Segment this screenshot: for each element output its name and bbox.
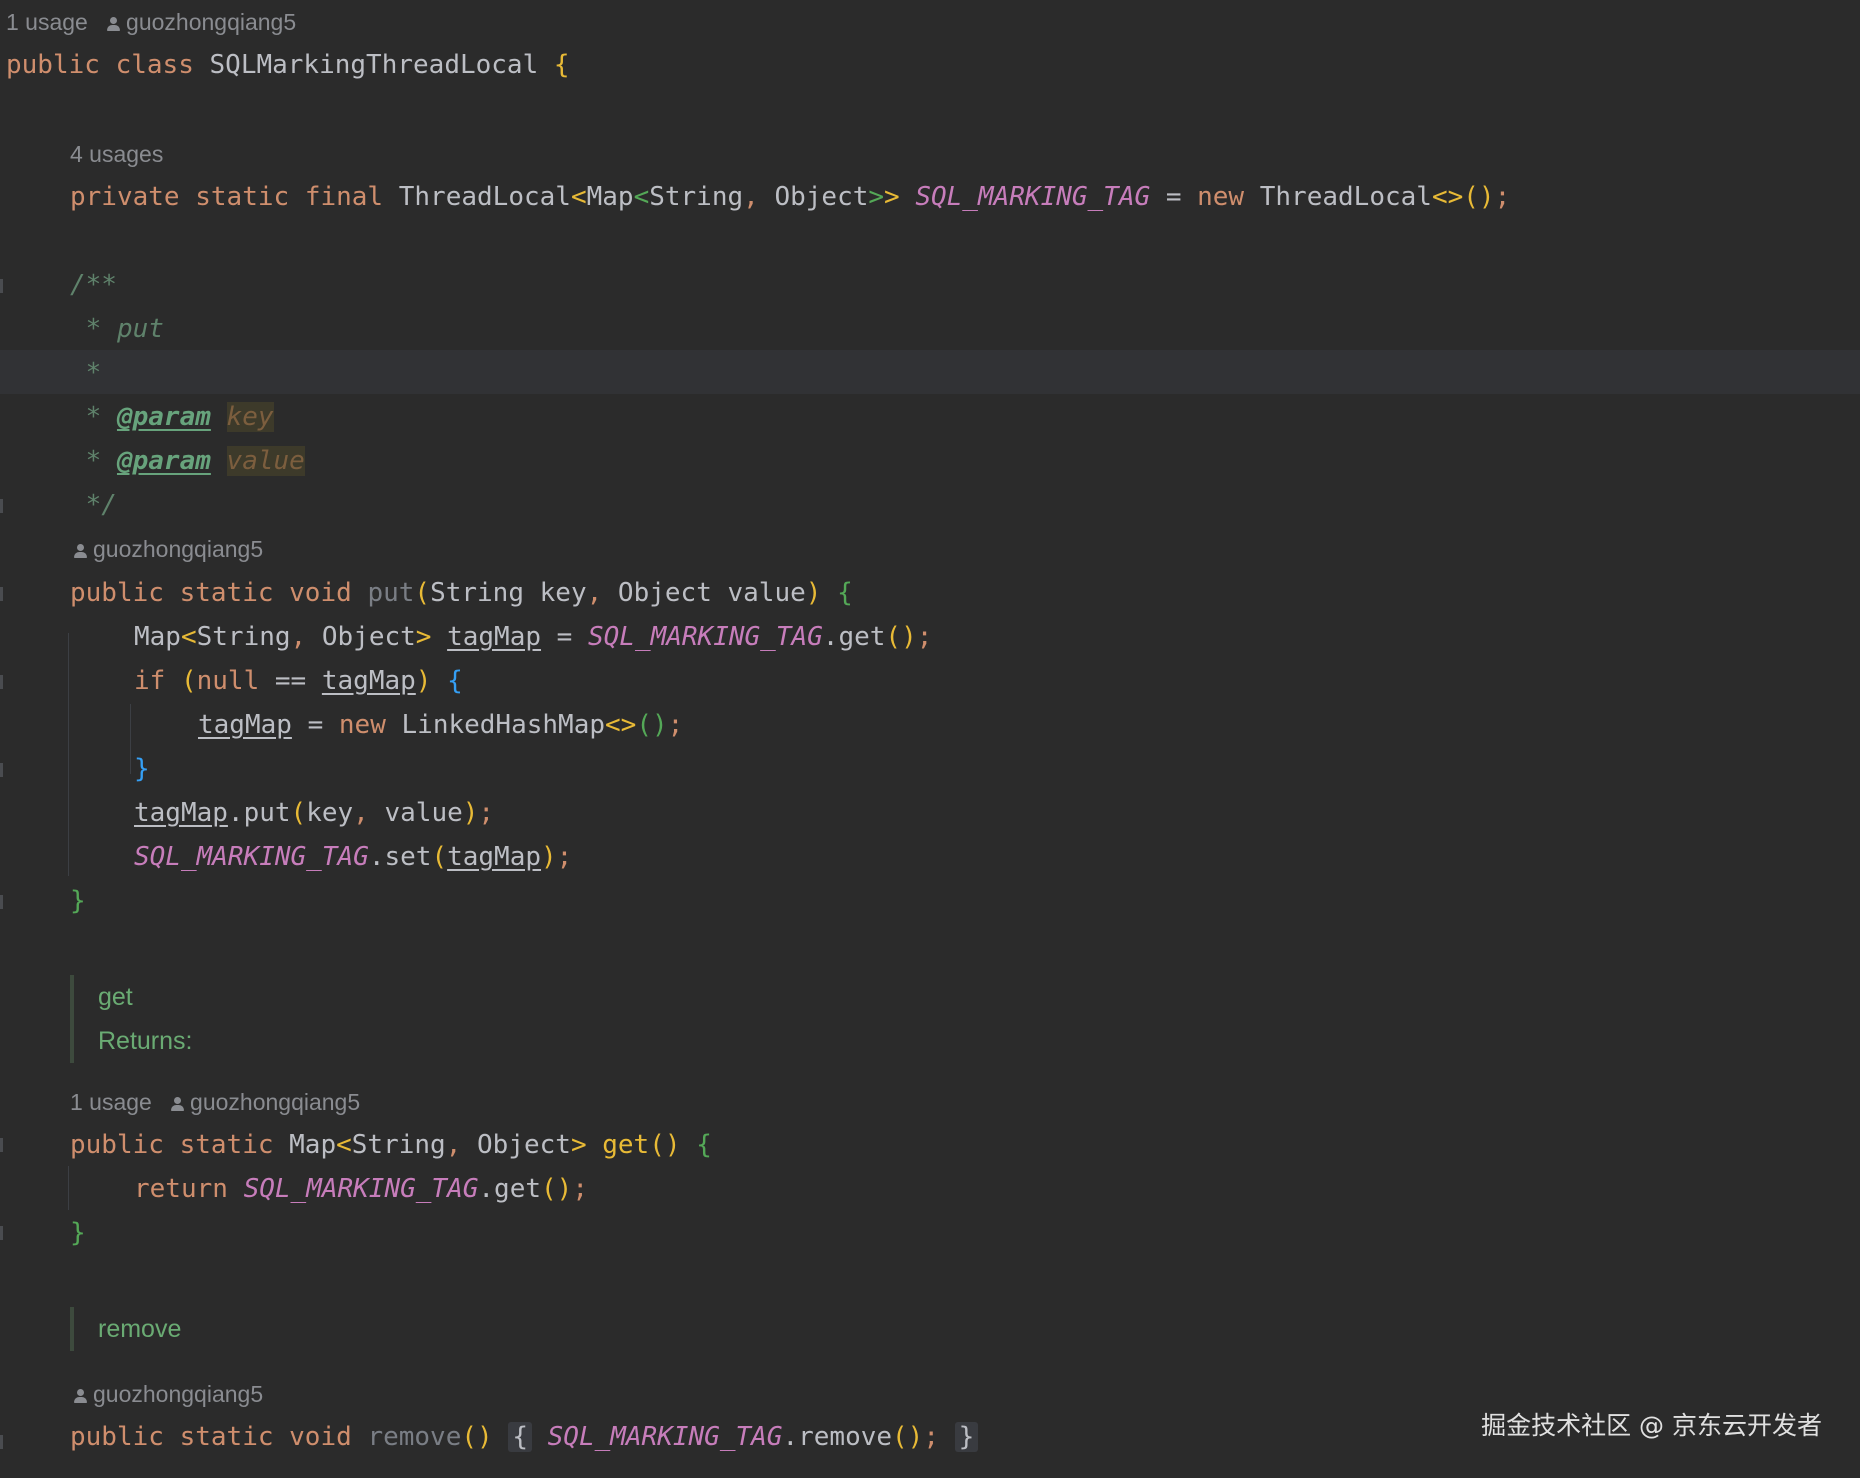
put-line-close-if: }	[134, 754, 150, 784]
javadoc-open: /**	[70, 270, 117, 300]
put-line-new-map[interactable]: tagMap = new LinkedHashMap<>();	[198, 703, 1860, 747]
user-icon	[74, 544, 87, 558]
author-hint[interactable]: guozhongqiang5	[126, 9, 296, 35]
folded-body[interactable]: {	[508, 1422, 532, 1452]
javadoc-close: */	[70, 490, 117, 520]
put-line-put[interactable]: tagMap.put(key, value);	[134, 791, 1860, 835]
put-line-set[interactable]: SQL_MARKING_TAG.set(tagMap);	[134, 835, 1860, 879]
indent-guide	[68, 633, 69, 876]
watermark: 掘金技术社区 @ 京东云开发者	[1481, 1411, 1822, 1440]
fold-marker[interactable]	[0, 895, 3, 909]
fold-marker[interactable]	[0, 1435, 3, 1449]
javadoc-param-value: * @param value	[70, 446, 305, 476]
remove-rendered-doc[interactable]: remove	[70, 1307, 181, 1351]
get-line-return[interactable]: return SQL_MARKING_TAG.get();	[134, 1167, 1860, 1211]
indent-guide	[68, 1166, 69, 1210]
get-inlay-hint[interactable]: 1 usage guozhongqiang5	[70, 1080, 1860, 1124]
javadoc-line: *	[70, 358, 102, 388]
fold-marker[interactable]	[0, 587, 3, 601]
put-method-signature[interactable]: public static void put(String key, Objec…	[70, 571, 1860, 615]
class-inlay-hint[interactable]: 1 usage guozhongqiang5	[6, 0, 1860, 44]
fold-marker[interactable]	[0, 763, 3, 777]
field-declaration[interactable]: private static final ThreadLocal<Map<Str…	[70, 175, 1860, 219]
get-method-signature[interactable]: public static Map<String, Object> get() …	[70, 1123, 1860, 1167]
doc-returns: Returns:	[98, 1027, 193, 1055]
method-name-put[interactable]: put	[367, 578, 414, 608]
user-icon	[74, 1389, 87, 1403]
folded-body-end[interactable]: }	[954, 1422, 979, 1452]
javadoc-line: * put	[70, 314, 164, 344]
method-name-remove[interactable]: remove	[367, 1422, 461, 1452]
class-name[interactable]: SQLMarkingThreadLocal	[210, 50, 539, 80]
fold-marker[interactable]	[0, 675, 3, 689]
fold-marker[interactable]	[0, 499, 3, 513]
user-icon	[107, 17, 121, 31]
field-name[interactable]: SQL_MARKING_TAG	[915, 182, 1150, 212]
fold-marker[interactable]	[0, 1138, 3, 1152]
method-name-get[interactable]: get	[602, 1130, 649, 1160]
put-method-close: }	[70, 886, 86, 916]
put-line-if[interactable]: if (null == tagMap) {	[134, 659, 1860, 703]
get-rendered-doc[interactable]: get Returns:	[70, 975, 192, 1063]
doc-title: remove	[98, 1315, 182, 1343]
javadoc-param-key: * @param key	[70, 402, 274, 432]
field-usages-hint[interactable]: 4 usages	[70, 132, 1860, 176]
put-author-hint[interactable]: guozhongqiang5	[74, 527, 1860, 571]
class-declaration[interactable]: public class SQLMarkingThreadLocal {	[6, 43, 1860, 87]
user-icon	[171, 1097, 185, 1111]
fold-marker[interactable]	[0, 279, 3, 293]
put-line-get[interactable]: Map<String, Object> tagMap = SQL_MARKING…	[134, 615, 1860, 659]
indent-guide	[130, 704, 131, 774]
usages-hint[interactable]: 1 usage	[6, 9, 88, 35]
get-method-close: }	[70, 1218, 86, 1248]
fold-marker[interactable]	[0, 1226, 3, 1240]
doc-title: get	[98, 983, 133, 1011]
